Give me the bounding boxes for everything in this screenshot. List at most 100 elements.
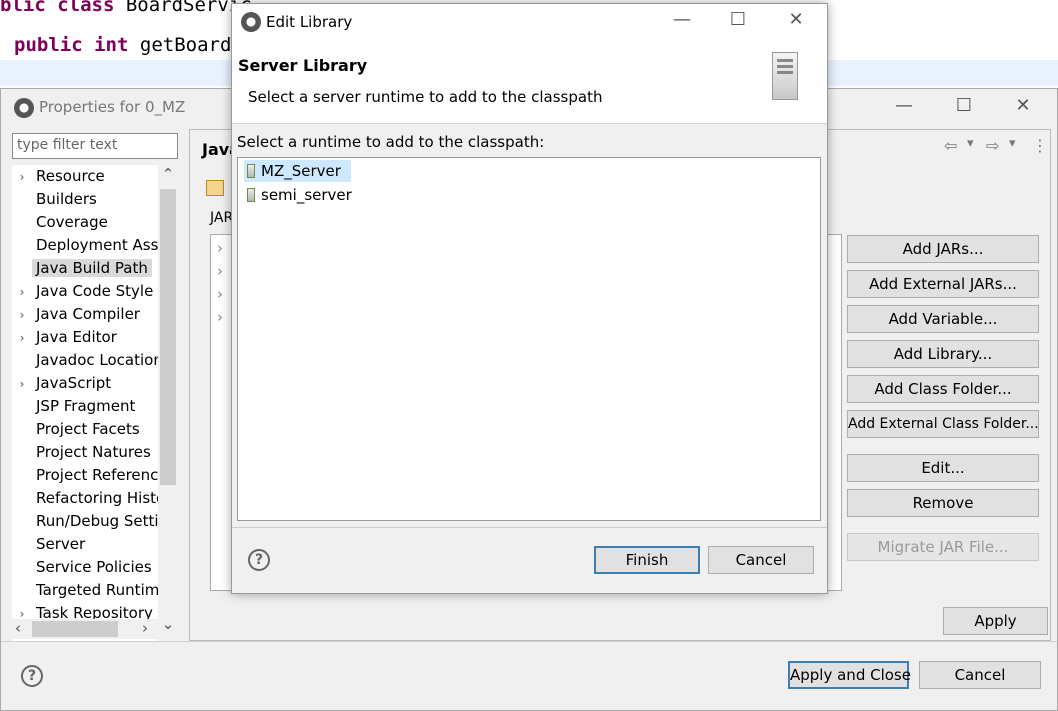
back-icon[interactable]: ⇦ <box>944 136 957 155</box>
tree-item[interactable]: Project Facets <box>12 418 144 441</box>
expand-arrow-icon[interactable]: › <box>12 281 32 304</box>
scroll-thumb[interactable] <box>32 621 118 637</box>
tree-item-label: Java Build Path <box>32 259 152 277</box>
edit-button[interactable]: Edit... <box>847 454 1039 482</box>
dialog-header: Server Library Select a server runtime t… <box>232 40 827 124</box>
eclipse-icon <box>241 12 261 32</box>
tree-item-label: JSP Fragment <box>36 397 136 415</box>
tree-item[interactable]: Targeted Runtimes <box>12 579 178 602</box>
tree-item[interactable]: › JavaScript <box>12 372 115 395</box>
back-dropdown-icon[interactable]: ▾ <box>967 136 974 151</box>
forward-icon[interactable]: ⇨ <box>986 136 999 155</box>
tree-item[interactable]: › Java Editor <box>12 326 121 349</box>
jar-list-label: JAR <box>210 210 234 226</box>
minimize-button[interactable]: — <box>659 9 705 30</box>
scroll-down-icon[interactable]: ⌄ <box>161 615 175 633</box>
tree-item[interactable]: Run/Debug Settings <box>12 510 178 533</box>
edit-library-dialog: Edit Library — ☐ ✕ Server Library Select… <box>231 3 828 594</box>
list-item[interactable]: MZ_Server <box>244 160 351 182</box>
runtime-label: MZ_Server <box>261 162 341 180</box>
forward-dropdown-icon[interactable]: ▾ <box>1009 136 1016 151</box>
tree-item[interactable]: Javadoc Location <box>12 349 167 372</box>
minimize-button[interactable]: — <box>881 95 927 116</box>
tree-item-label: Project References <box>36 466 176 484</box>
expander-icon[interactable]: › <box>217 308 223 326</box>
server-icon <box>772 52 798 100</box>
maximize-button[interactable]: ☐ <box>715 9 761 30</box>
expand-arrow-icon[interactable]: › <box>12 304 32 327</box>
apply-button[interactable]: Apply <box>943 607 1048 635</box>
tree-item-label: Resource <box>36 167 105 185</box>
tree-item[interactable]: Service Policies <box>12 556 156 579</box>
runtime-list-label: Select a runtime to add to the classpath… <box>237 133 545 151</box>
filter-input[interactable]: type filter text <box>12 133 178 159</box>
tree-item[interactable]: › Resource <box>12 165 109 188</box>
remove-button[interactable]: Remove <box>847 489 1039 517</box>
properties-tree[interactable]: › Resource Builders Coverage Deployment Asse… <box>12 165 178 641</box>
libraries-tab-icon[interactable] <box>206 180 224 196</box>
tree-item-label: Builders <box>36 190 97 208</box>
add-variable-button[interactable]: Add Variable... <box>847 305 1039 333</box>
close-button[interactable]: ✕ <box>1000 95 1046 116</box>
tree-item[interactable]: Server <box>12 533 89 556</box>
apply-and-close-button[interactable]: Apply and Close <box>788 661 911 689</box>
runtime-list[interactable]: MZ_Server semi_server <box>237 157 821 521</box>
scroll-left-icon[interactable]: ‹ <box>15 619 21 637</box>
dialog-header-title: Server Library <box>238 56 368 75</box>
maximize-button[interactable]: ☐ <box>941 95 987 116</box>
tree-item[interactable]: Builders <box>12 188 101 211</box>
scroll-up-icon[interactable]: ⌃ <box>161 165 175 183</box>
add-library-button[interactable]: Add Library... <box>847 340 1039 368</box>
tree-item-label: Javadoc Location <box>36 351 163 369</box>
dialog-titlebar: Edit Library — ☐ ✕ <box>232 4 827 40</box>
add-class-folder-button[interactable]: Add Class Folder... <box>847 375 1039 403</box>
help-icon[interactable]: ? <box>21 665 43 687</box>
add-external-jars-button[interactable]: Add External JARs... <box>847 270 1039 298</box>
add-external-class-folder-button[interactable]: Add External Class Folder... <box>847 410 1039 438</box>
cancel-button[interactable]: Cancel <box>919 661 1041 689</box>
close-button[interactable]: ✕ <box>773 9 819 30</box>
dialog-title: Edit Library <box>266 13 353 31</box>
dialog-cancel-button[interactable]: Cancel <box>708 546 814 574</box>
scroll-thumb[interactable] <box>160 189 176 485</box>
tree-item-label: Project Facets <box>36 420 140 438</box>
code-line-1: blic class BoardServic <box>0 0 252 16</box>
tree-item-label: JavaScript <box>36 374 112 392</box>
server-runtime-icon <box>247 164 255 178</box>
expander-icon[interactable]: › <box>217 285 223 303</box>
divider <box>1 641 1057 642</box>
expander-icon[interactable]: › <box>217 239 223 257</box>
tree-item[interactable]: Refactoring History <box>12 487 178 510</box>
expand-arrow-icon[interactable]: › <box>12 166 32 189</box>
tree-item[interactable]: › Java Compiler <box>12 303 144 326</box>
tree-item[interactable]: Project Natures <box>12 441 155 464</box>
add-jars-button[interactable]: Add JARs... <box>847 235 1039 263</box>
code-keyword: int <box>94 34 129 56</box>
tree-vertical-scrollbar[interactable]: ⌃ ⌄ <box>158 165 178 641</box>
scroll-right-icon[interactable]: › <box>142 619 148 637</box>
tree-item[interactable]: Project References <box>12 464 178 487</box>
finish-button[interactable]: Finish <box>594 546 700 574</box>
tree-item-label: Targeted Runtimes <box>36 581 177 599</box>
tree-item-label: Refactoring History <box>36 489 178 507</box>
tree-item-label: Coverage <box>36 213 108 231</box>
migrate-jar-button[interactable]: Migrate JAR File... <box>847 533 1039 561</box>
tree-item-label: Java Compiler <box>36 305 140 323</box>
tree-item[interactable]: › Java Code Style <box>12 280 157 303</box>
tree-item-label: Run/Debug Settings <box>36 512 178 530</box>
tree-horizontal-scrollbar[interactable]: ‹ › <box>12 619 158 639</box>
expand-arrow-icon[interactable]: › <box>12 327 32 350</box>
expand-arrow-icon[interactable]: › <box>12 373 32 396</box>
tree-item-label: Java Editor <box>36 328 117 346</box>
list-item[interactable]: semi_server <box>244 184 362 206</box>
tree-item[interactable]: Java Build Path <box>12 257 152 280</box>
tree-item[interactable]: Deployment Assembly <box>12 234 178 257</box>
code-keyword: public <box>14 34 83 56</box>
dialog-header-subtitle: Select a server runtime to add to the cl… <box>248 88 603 106</box>
tree-item-label: Server <box>36 535 86 553</box>
help-icon[interactable]: ? <box>248 549 270 571</box>
tree-item[interactable]: JSP Fragment <box>12 395 139 418</box>
expander-icon[interactable]: › <box>217 262 223 280</box>
tree-item[interactable]: Coverage <box>12 211 112 234</box>
view-menu-icon[interactable]: ⋮ <box>1032 136 1048 155</box>
